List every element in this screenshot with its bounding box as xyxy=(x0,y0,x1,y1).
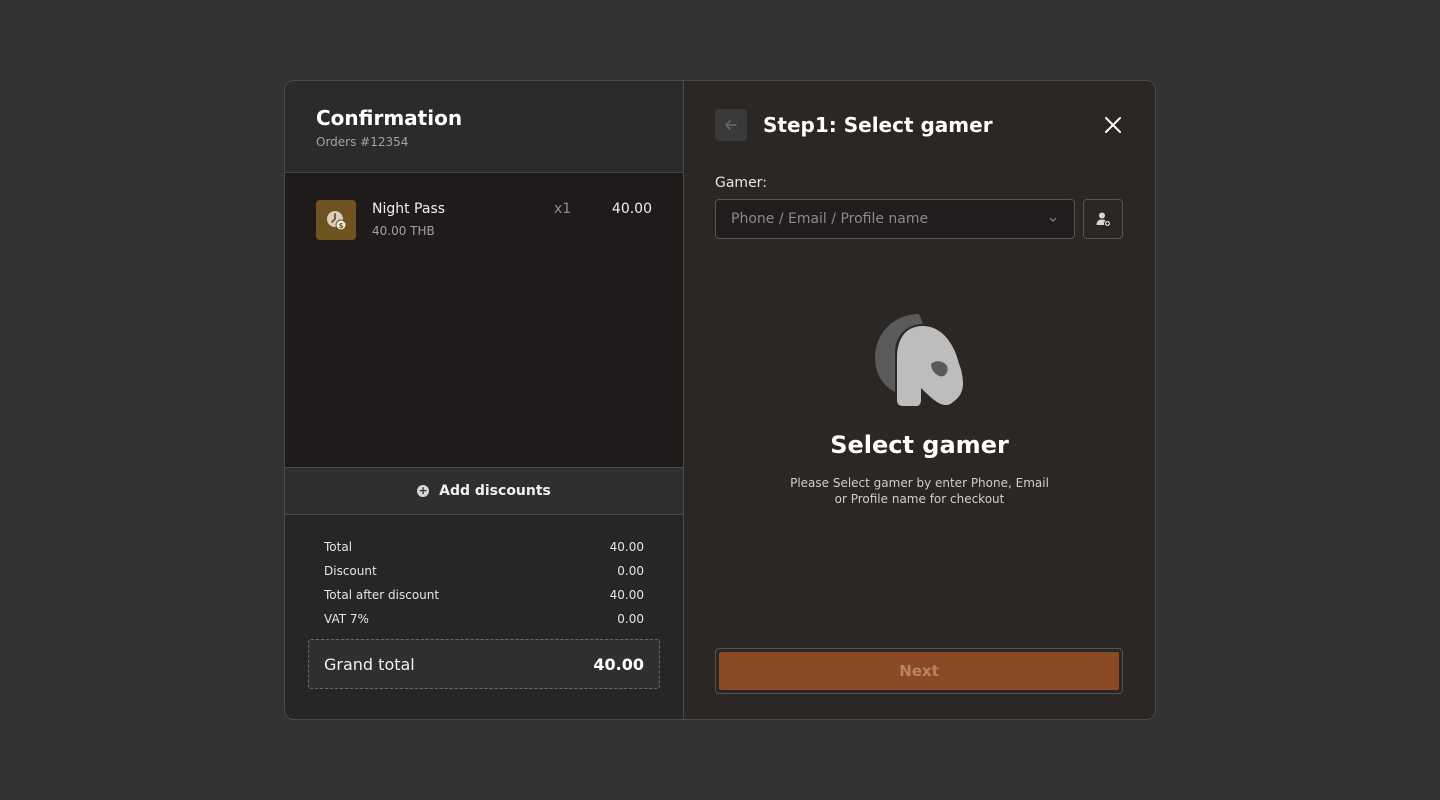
summary-row-total-after-discount: Total after discount 40.00 xyxy=(308,587,660,611)
order-items-list: $ Night Pass 40.00 THB x1 40.00 xyxy=(285,173,683,467)
summary-label: VAT 7% xyxy=(324,612,369,626)
grand-total-value: 40.00 xyxy=(593,654,644,674)
spartan-helmet-icon xyxy=(875,314,963,406)
close-button[interactable] xyxy=(1103,115,1123,135)
page-title: Confirmation xyxy=(316,106,463,130)
summary-label: Total xyxy=(324,540,353,554)
gamer-search-placeholder: Phone / Email / Profile name xyxy=(731,211,929,227)
add-discounts-label: Add discounts xyxy=(439,483,551,499)
order-summary: Total 40.00 Discount 0.00 Total after di… xyxy=(285,515,683,719)
close-icon xyxy=(1105,117,1121,133)
order-number: Orders #12354 xyxy=(316,135,409,149)
arrow-left-icon xyxy=(725,120,737,130)
add-discounts-button[interactable]: + Add discounts xyxy=(285,467,683,515)
summary-value: 40.00 xyxy=(609,588,644,602)
svg-text:$: $ xyxy=(339,222,344,230)
summary-value: 0.00 xyxy=(617,612,644,626)
list-item[interactable]: $ Night Pass 40.00 THB x1 40.00 xyxy=(316,200,652,240)
next-button-label: Next xyxy=(719,652,1119,690)
empty-state-title: Select gamer xyxy=(830,431,1009,459)
plus-circle-icon: + xyxy=(417,484,430,497)
checkout-modal: Confirmation Orders #12354 $ Night Pass … xyxy=(284,80,1156,720)
select-gamer-panel: Step1: Select gamer Gamer: Phone / Email… xyxy=(684,81,1155,719)
gamer-search-select[interactable]: Phone / Email / Profile name xyxy=(715,199,1075,239)
summary-row-discount: Discount 0.00 xyxy=(308,563,660,587)
chevron-down-icon xyxy=(1049,217,1057,222)
item-unit-price: 40.00 THB xyxy=(372,224,435,238)
item-name: Night Pass xyxy=(372,201,446,217)
grand-total-box: Grand total 40.00 xyxy=(308,639,660,689)
order-panel: Confirmation Orders #12354 $ Night Pass … xyxy=(285,81,684,719)
summary-row-total: Total 40.00 xyxy=(308,539,660,563)
item-price: 40.00 xyxy=(611,201,652,217)
gamer-label: Gamer: xyxy=(715,175,767,191)
empty-state-description: Please Select gamer by enter Phone, Emai… xyxy=(790,476,1049,506)
clock-coin-icon: $ xyxy=(316,200,356,240)
grand-total-label: Grand total xyxy=(324,654,415,674)
back-button[interactable] xyxy=(715,109,747,141)
summary-row-vat: VAT 7% 0.00 xyxy=(308,611,660,635)
summary-label: Total after discount xyxy=(324,588,440,602)
item-quantity: x1 xyxy=(554,201,572,217)
add-user-icon xyxy=(1096,212,1111,227)
summary-value: 0.00 xyxy=(617,564,644,578)
order-header: Confirmation Orders #12354 xyxy=(285,81,683,173)
next-button[interactable]: Next xyxy=(715,648,1123,694)
summary-value: 40.00 xyxy=(609,540,644,554)
summary-label: Discount xyxy=(324,564,377,578)
add-gamer-button[interactable] xyxy=(1083,199,1123,239)
step-title: Step1: Select gamer xyxy=(763,113,993,137)
